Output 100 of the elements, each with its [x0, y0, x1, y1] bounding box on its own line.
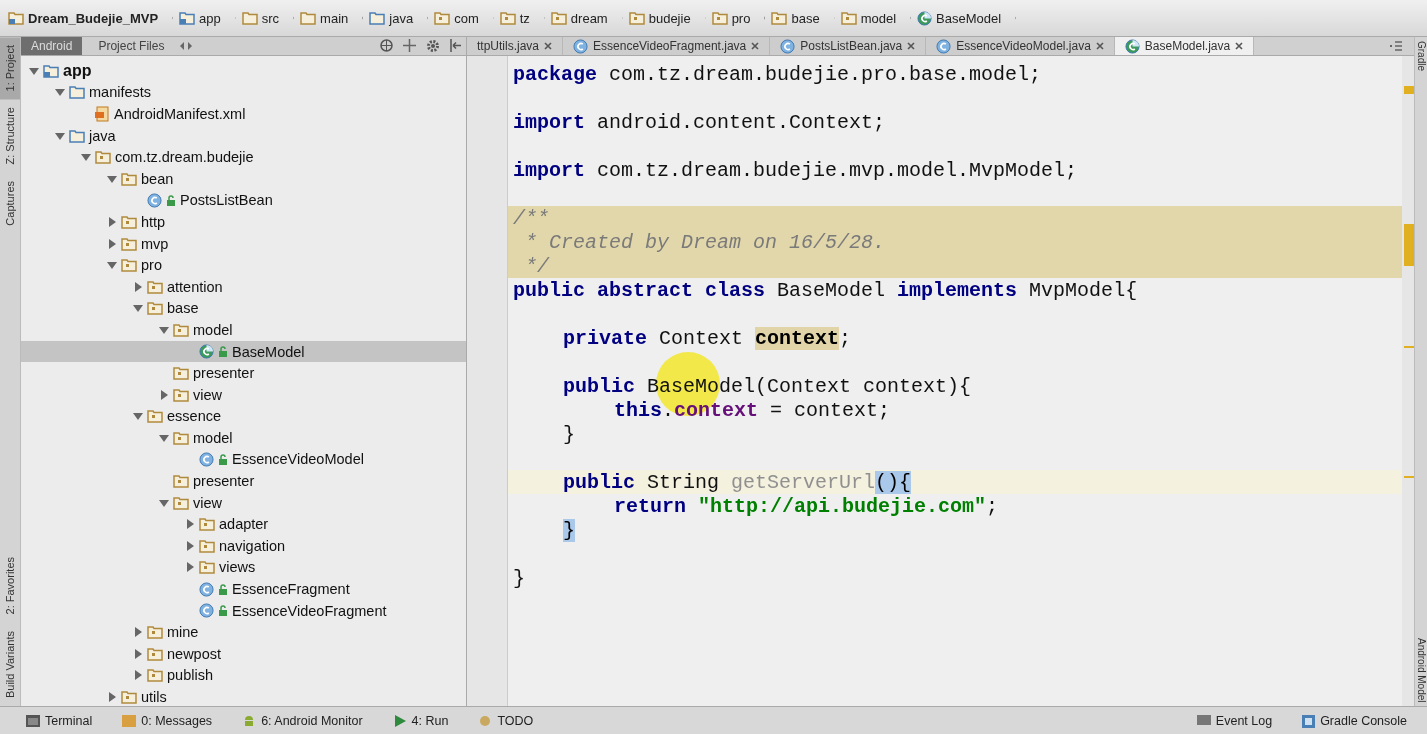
expand-arrow-icon[interactable]: [185, 519, 195, 530]
close-icon[interactable]: [1095, 42, 1104, 50]
collapse-arrow-icon[interactable]: [55, 130, 65, 141]
tool-window-tab[interactable]: Captures: [0, 172, 20, 234]
tool-window-button[interactable]: TODO: [478, 714, 534, 728]
tree-item[interactable]: essence: [21, 405, 466, 428]
tree-item[interactable]: model: [21, 427, 466, 449]
class-icon: [1124, 38, 1140, 54]
expand-arrow-icon[interactable]: [133, 627, 143, 638]
expand-arrow-icon[interactable]: [185, 562, 195, 573]
tree-item[interactable]: PostsListBean: [21, 189, 466, 212]
tree-item[interactable]: publish: [21, 664, 466, 687]
expand-arrow-icon[interactable]: [159, 389, 169, 400]
tool-window-tab[interactable]: Gradle: [1415, 37, 1427, 75]
tree-item[interactable]: presenter: [21, 362, 466, 384]
tool-window-tab[interactable]: 1: Project: [0, 37, 20, 100]
breadcrumb[interactable]: base: [767, 7, 835, 29]
tool-window-button[interactable]: 0: Messages: [122, 714, 213, 728]
expand-arrow-icon[interactable]: [107, 238, 117, 249]
tree-item[interactable]: navigation: [21, 535, 466, 557]
breadcrumb[interactable]: Dream_Budejie_MVP: [4, 7, 174, 29]
collapse-arrow-icon[interactable]: [81, 152, 91, 163]
tool-window-tab[interactable]: Build Variants: [0, 622, 20, 706]
tool-window-button[interactable]: Terminal: [26, 714, 93, 728]
view-tab[interactable]: Project Files: [88, 37, 175, 55]
collapse-arrow-icon[interactable]: [159, 432, 169, 443]
tree-item[interactable]: utils: [21, 686, 466, 706]
breadcrumb[interactable]: dream: [546, 7, 623, 29]
breadcrumb[interactable]: BaseModel: [913, 7, 1017, 29]
lock-icon: [218, 346, 228, 357]
tool-window-tab[interactable]: Android Model: [1415, 633, 1427, 706]
collapse-arrow-icon[interactable]: [29, 65, 39, 76]
tree-item[interactable]: EssenceVideoFragment: [21, 599, 466, 622]
tree-item[interactable]: bean: [21, 167, 466, 190]
tree-item[interactable]: presenter: [21, 470, 466, 492]
collapse-arrow-icon[interactable]: [107, 260, 117, 271]
collapse-arrow-icon[interactable]: [159, 324, 169, 335]
tool-window-button[interactable]: 6: Android Monitor: [242, 714, 363, 728]
expand-arrow-icon[interactable]: [133, 648, 143, 659]
tree-item[interactable]: com.tz.dream.budejie: [21, 146, 466, 168]
tree-item[interactable]: attention: [21, 275, 466, 298]
expand-arrow-icon[interactable]: [133, 670, 143, 681]
tool-window-button[interactable]: 4: Run: [392, 714, 449, 728]
tree-item[interactable]: java: [21, 124, 466, 147]
close-icon[interactable]: [1235, 42, 1244, 50]
tree-item[interactable]: app: [21, 60, 466, 82]
tree-item[interactable]: mine: [21, 621, 466, 644]
breadcrumb[interactable]: pro: [707, 7, 766, 29]
tree-item[interactable]: EssenceFragment: [21, 578, 466, 600]
collapse-arrow-icon[interactable]: [133, 303, 143, 314]
close-icon[interactable]: [544, 42, 553, 50]
breadcrumb[interactable]: java: [365, 7, 429, 29]
tree-item[interactable]: newpost: [21, 643, 466, 665]
tree-item[interactable]: view: [21, 491, 466, 514]
breadcrumb[interactable]: budejie: [624, 7, 706, 29]
breadcrumb[interactable]: tz: [495, 7, 545, 29]
breadcrumb[interactable]: src: [237, 7, 295, 29]
close-icon[interactable]: [907, 42, 916, 50]
tree-item[interactable]: EssenceVideoModel: [21, 448, 466, 471]
tree-item[interactable]: pro: [21, 254, 466, 276]
expand-arrow-icon[interactable]: [185, 540, 195, 551]
collapse-arrow-icon[interactable]: [133, 411, 143, 422]
todo-icon: [478, 714, 493, 728]
breadcrumb[interactable]: main: [296, 7, 364, 29]
code-line: }: [512, 566, 526, 590]
close-icon[interactable]: [751, 42, 760, 50]
tree-item[interactable]: http: [21, 211, 466, 233]
collapse-arrow-icon[interactable]: [55, 87, 65, 98]
tool-window-button[interactable]: Event Log: [1196, 714, 1273, 728]
expand-arrow-icon[interactable]: [107, 692, 117, 702]
hide-panel-icon[interactable]: [450, 39, 462, 52]
collapse-arrow-icon[interactable]: [107, 173, 117, 184]
tool-window-tab[interactable]: Z: Structure: [0, 99, 20, 173]
tree-item[interactable]: view: [21, 383, 466, 406]
view-tab[interactable]: Android: [21, 37, 83, 55]
tool-window-button[interactable]: Gradle Console: [1302, 714, 1407, 728]
expand-arrow-icon[interactable]: [107, 216, 117, 227]
class-icon: [573, 38, 589, 54]
tree-item[interactable]: mvp: [21, 232, 466, 255]
switch-arrows-icon[interactable]: [180, 41, 193, 51]
collapse-arrow-icon[interactable]: [159, 497, 169, 508]
tree-item[interactable]: AndroidManifest.xml: [21, 103, 466, 125]
breadcrumb[interactable]: com: [430, 7, 494, 29]
tree-item[interactable]: base: [21, 297, 466, 320]
tree-item[interactable]: views: [21, 556, 466, 579]
folder-icon: [199, 517, 215, 532]
tree-item[interactable]: adapter: [21, 513, 466, 536]
tree-item[interactable]: BaseModel: [21, 340, 466, 363]
tool-window-tab[interactable]: 2: Favorites: [0, 549, 20, 623]
editor-tab[interactable]: BaseModel.java: [1114, 37, 1255, 55]
tree-item[interactable]: model: [21, 319, 466, 341]
target-icon[interactable]: [380, 39, 393, 52]
breadcrumb[interactable]: app: [175, 7, 236, 29]
breadcrumb[interactable]: model: [836, 7, 912, 29]
folder-icon: [69, 128, 85, 143]
settings-icon[interactable]: [426, 39, 440, 53]
expand-arrow-icon[interactable]: [133, 281, 143, 292]
code-line: import android.content.Context;: [512, 110, 887, 134]
tree-item[interactable]: manifests: [21, 81, 466, 104]
folder-icon: [173, 474, 189, 489]
